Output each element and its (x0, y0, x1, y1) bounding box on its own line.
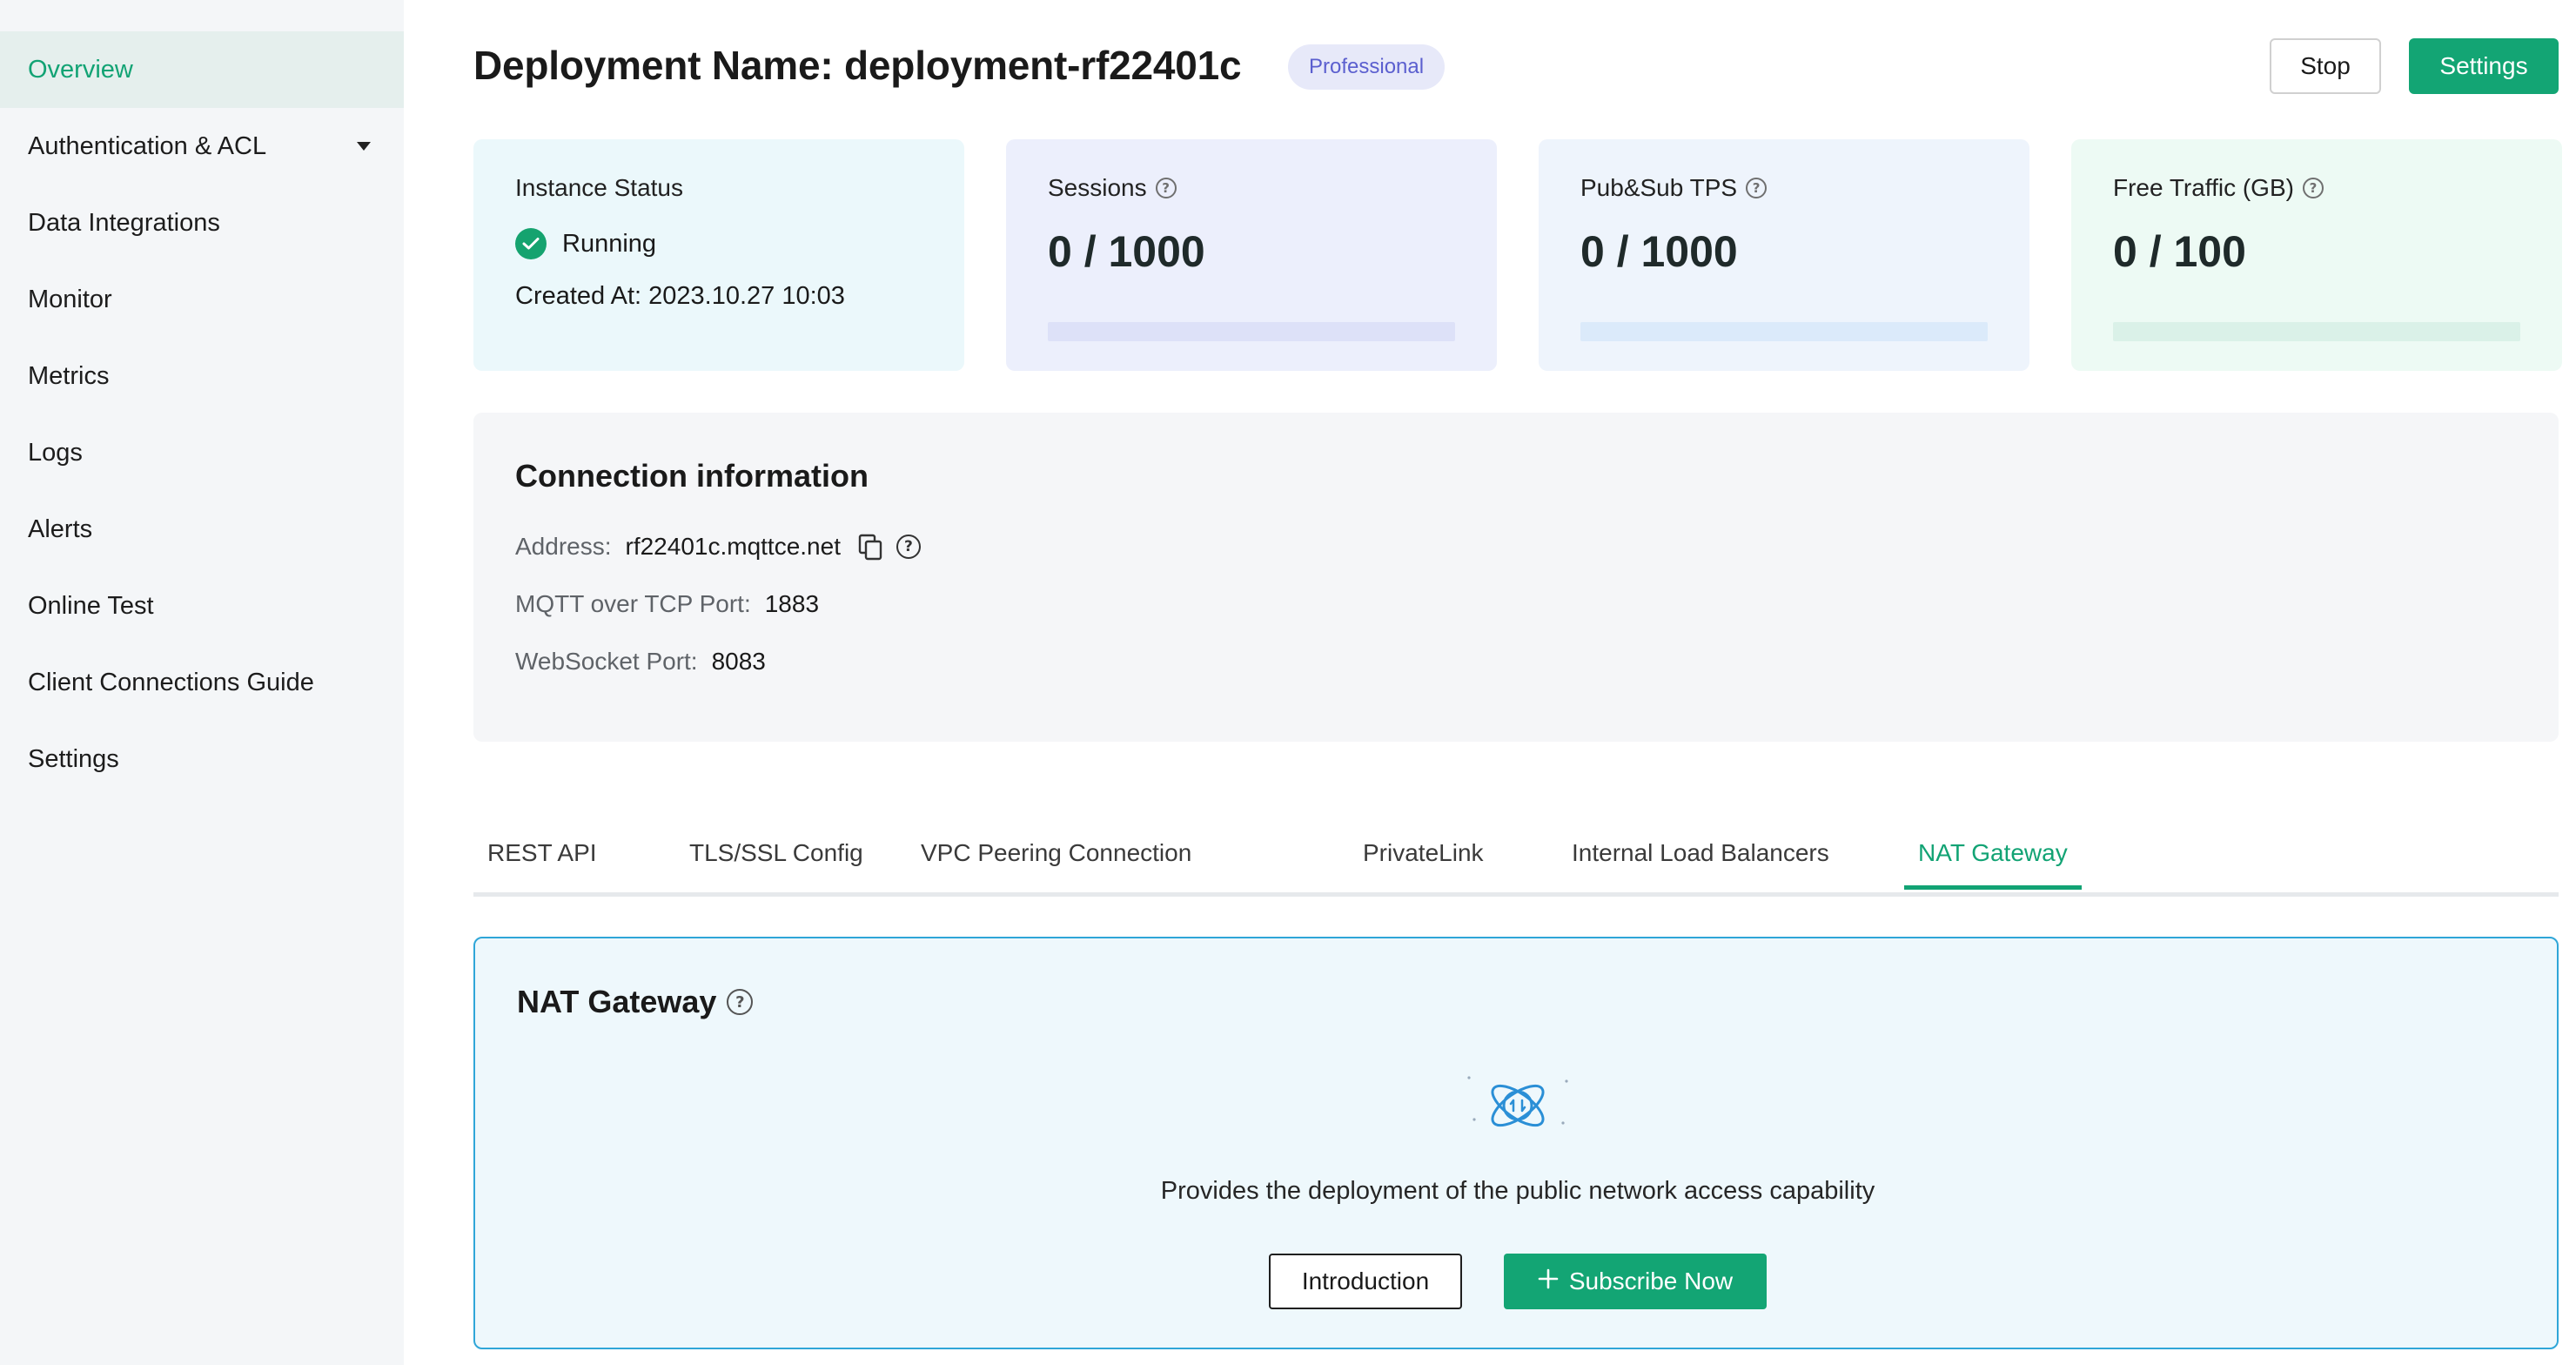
sidebar-item-online-test[interactable]: Online Test (0, 568, 404, 644)
sidebar-item-overview[interactable]: Overview (0, 31, 404, 108)
caret-down-icon (357, 142, 371, 151)
page-header: Deployment Name: deployment-rf22401c Pro… (473, 38, 2562, 99)
page-title: Deployment Name: deployment-rf22401c (473, 43, 1242, 88)
address-value: rf22401c.mqttce.net (625, 533, 841, 560)
sidebar: Overview Authentication & ACL Data Integ… (0, 0, 404, 1365)
instance-status-label: Instance Status (515, 174, 684, 201)
sessions-label: Sessions (1048, 174, 1147, 201)
feature-tabs: REST API TLS/SSL Config VPC Peering Conn… (473, 827, 2559, 897)
address-key: Address: (515, 533, 612, 560)
copy-icon[interactable] (858, 534, 882, 561)
free-traffic-value: 0 / 100 (2113, 227, 2246, 276)
sidebar-item-logs[interactable]: Logs (0, 414, 404, 491)
tab-rest-api[interactable]: REST API (473, 839, 611, 890)
subscribe-now-label: Subscribe Now (1568, 1268, 1734, 1294)
introduction-button[interactable]: Introduction (1269, 1254, 1462, 1309)
sidebar-item-label: Online Test (28, 591, 154, 620)
sidebar-item-label: Monitor (28, 285, 112, 313)
sidebar-item-monitor[interactable]: Monitor (0, 261, 404, 338)
sidebar-item-label: Client Connections Guide (28, 668, 314, 696)
sessions-progress-bar (1048, 322, 1455, 341)
tab-internal-load-balancers[interactable]: Internal Load Balancers (1558, 839, 1843, 890)
help-icon[interactable]: ? (727, 989, 754, 1015)
status-text: Running (562, 229, 657, 258)
sidebar-item-client-connections-guide[interactable]: Client Connections Guide (0, 644, 404, 721)
status-row: Running (515, 228, 922, 259)
help-icon[interactable]: ? (1155, 178, 1177, 198)
pubsub-tps-value: 0 / 1000 (1580, 227, 1738, 276)
sidebar-item-label: Metrics (28, 361, 110, 390)
tcp-port-value: 1883 (764, 590, 820, 617)
sidebar-item-authentication-acl[interactable]: Authentication & ACL (0, 108, 404, 185)
free-traffic-label: Free Traffic (GB) (2113, 174, 2294, 201)
settings-button[interactable]: Settings (2409, 38, 2559, 94)
nat-gateway-icon (1464, 1069, 1572, 1142)
connection-info-panel: Connection information Address: rf22401c… (473, 413, 2559, 742)
stop-button[interactable]: Stop (2270, 38, 2381, 94)
check-circle-icon (515, 228, 547, 259)
help-icon[interactable]: ? (2302, 178, 2324, 198)
tab-nat-gateway[interactable]: NAT Gateway (1904, 839, 2082, 890)
sidebar-item-settings[interactable]: Settings (0, 721, 404, 797)
tab-privatelink[interactable]: PrivateLink (1349, 839, 1498, 890)
tab-vpc-peering-connection[interactable]: VPC Peering Connection (907, 839, 1205, 890)
help-icon[interactable]: ? (1746, 178, 1768, 198)
pubsub-tps-progress-bar (1580, 322, 1988, 341)
free-traffic-card: Free Traffic (GB) ? 0 / 100 (2071, 139, 2562, 371)
sidebar-item-label: Settings (28, 744, 119, 773)
plus-icon (1538, 1268, 1559, 1295)
sidebar-item-metrics[interactable]: Metrics (0, 338, 404, 414)
sidebar-item-alerts[interactable]: Alerts (0, 491, 404, 568)
websocket-port-key: WebSocket Port: (515, 648, 698, 675)
tcp-port-row: MQTT over TCP Port: 1883 (515, 590, 2517, 618)
sidebar-item-label: Authentication & ACL (28, 131, 267, 160)
sidebar-item-label: Overview (28, 55, 133, 84)
tab-tls-ssl-config[interactable]: TLS/SSL Config (675, 839, 877, 890)
instance-status-card: Instance Status Running Created At: 2023… (473, 139, 964, 371)
tcp-port-key: MQTT over TCP Port: (515, 590, 751, 617)
plan-badge: Professional (1288, 44, 1446, 90)
sessions-card: Sessions ? 0 / 1000 (1006, 139, 1497, 371)
nat-gateway-panel: NAT Gateway ? Provides the deployment of… (473, 937, 2559, 1349)
help-icon[interactable]: ? (896, 535, 921, 559)
sidebar-item-label: Logs (28, 438, 83, 467)
address-row: Address: rf22401c.mqttce.net ? (515, 533, 2517, 561)
pubsub-tps-card: Pub&Sub TPS ? 0 / 1000 (1539, 139, 2029, 371)
nat-gateway-title: NAT Gateway (517, 984, 717, 1019)
created-at: Created At: 2023.10.27 10:03 (515, 282, 845, 310)
subscribe-now-button[interactable]: Subscribe Now (1504, 1254, 1767, 1309)
pubsub-tps-label: Pub&Sub TPS (1580, 174, 1738, 201)
nat-gateway-description: Provides the deployment of the public ne… (1160, 1177, 1875, 1205)
sidebar-item-data-integrations[interactable]: Data Integrations (0, 185, 404, 261)
websocket-port-row: WebSocket Port: 8083 (515, 648, 2517, 676)
connection-info-title: Connection information (515, 458, 869, 494)
sidebar-item-label: Alerts (28, 514, 93, 543)
websocket-port-value: 8083 (711, 648, 766, 675)
sidebar-item-label: Data Integrations (28, 208, 220, 237)
free-traffic-progress-bar (2113, 322, 2520, 341)
main-content: Deployment Name: deployment-rf22401c Pro… (473, 0, 2562, 1365)
sessions-value: 0 / 1000 (1048, 227, 1205, 276)
